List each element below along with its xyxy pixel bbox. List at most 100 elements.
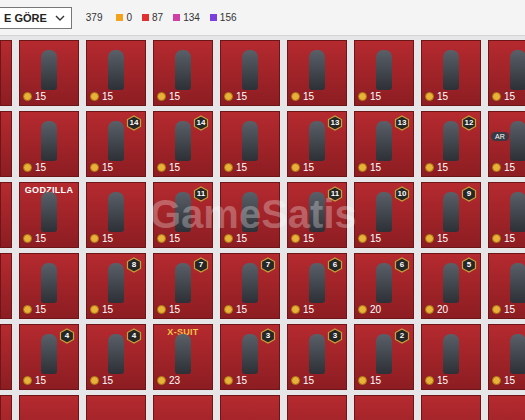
outfit-picture xyxy=(175,263,191,303)
level-badge: 11 xyxy=(327,186,343,202)
item-card[interactable]: 1510 xyxy=(354,182,414,248)
coin-icon xyxy=(90,163,99,172)
item-card[interactable]: 15 xyxy=(86,40,146,106)
coin-icon xyxy=(492,163,501,172)
item-card[interactable]: 157 xyxy=(153,253,213,319)
item-card[interactable]: 15 xyxy=(19,40,79,106)
rarity-count-value: 156 xyxy=(220,12,237,23)
item-card[interactable]: 15 xyxy=(421,40,481,106)
item-card[interactable]: 15 xyxy=(86,182,146,248)
item-card-edge[interactable] xyxy=(354,395,414,420)
item-card-edge[interactable] xyxy=(153,395,213,420)
item-card[interactable]: 158 xyxy=(86,253,146,319)
item-card[interactable]: 1511 xyxy=(287,182,347,248)
card-price: 15 xyxy=(489,90,525,105)
price-value: 20 xyxy=(370,304,381,315)
item-card[interactable]: 1514 xyxy=(153,111,213,177)
price-value: 15 xyxy=(437,162,448,173)
level-badge: 11 xyxy=(193,186,209,202)
outfit-figure xyxy=(489,54,525,90)
item-card[interactable]: 15 xyxy=(287,40,347,106)
rarity-square-icon xyxy=(142,14,149,21)
item-card[interactable]: 15 xyxy=(488,324,525,390)
item-card-edge[interactable] xyxy=(19,395,79,420)
card-price: 15 xyxy=(87,232,145,247)
sort-dropdown[interactable]: E GÖRE xyxy=(0,7,72,29)
item-card-edge[interactable] xyxy=(0,111,12,177)
price-value: 23 xyxy=(169,375,180,386)
coin-icon xyxy=(157,376,166,385)
coin-icon xyxy=(157,92,166,101)
coin-icon xyxy=(90,305,99,314)
item-card-edge[interactable] xyxy=(0,395,12,420)
badge-number: 6 xyxy=(327,257,343,273)
item-card-edge[interactable] xyxy=(287,395,347,420)
item-card[interactable]: 15 xyxy=(421,324,481,390)
item-card[interactable]: 205 xyxy=(421,253,481,319)
item-card-edge[interactable] xyxy=(0,182,12,248)
price-value: 15 xyxy=(504,375,515,386)
item-card[interactable]: 1513 xyxy=(354,111,414,177)
outfit-figure xyxy=(20,54,78,90)
outfit-picture xyxy=(309,50,325,90)
item-card[interactable]: 157 xyxy=(220,253,280,319)
item-card[interactable]: 15 xyxy=(220,111,280,177)
item-card-edge[interactable] xyxy=(0,324,12,390)
price-value: 15 xyxy=(35,375,46,386)
badge-number: 7 xyxy=(193,257,209,273)
badge-number: 11 xyxy=(193,186,209,202)
item-card[interactable]: 1511 xyxy=(153,182,213,248)
grid-row: 154154X-SUIT231531531521515 xyxy=(0,324,525,390)
item-card-edge[interactable] xyxy=(0,40,12,106)
badge-number: 4 xyxy=(126,328,142,344)
item-card[interactable]: 15 xyxy=(488,182,525,248)
item-card[interactable]: 159 xyxy=(421,182,481,248)
item-card[interactable]: 206 xyxy=(354,253,414,319)
outfit-figure xyxy=(489,125,525,161)
item-card[interactable]: 154 xyxy=(19,324,79,390)
item-card[interactable]: 152 xyxy=(354,324,414,390)
coin-icon xyxy=(157,234,166,243)
rarity-square-icon xyxy=(173,14,180,21)
item-card[interactable]: 15 xyxy=(19,253,79,319)
outfit-figure xyxy=(422,267,480,303)
item-card[interactable]: 15AR xyxy=(488,111,525,177)
item-card-edge[interactable] xyxy=(0,253,12,319)
item-card[interactable]: 1513 xyxy=(287,111,347,177)
item-card-edge[interactable] xyxy=(488,395,525,420)
outfit-picture xyxy=(510,192,525,232)
coin-icon xyxy=(425,376,434,385)
item-card[interactable]: 15 xyxy=(354,40,414,106)
outfit-picture xyxy=(242,263,258,303)
outfit-figure xyxy=(422,54,480,90)
item-card[interactable]: 153 xyxy=(220,324,280,390)
price-value: 15 xyxy=(303,375,314,386)
item-card-edge[interactable] xyxy=(421,395,481,420)
item-card[interactable]: GODZILLA15 xyxy=(19,182,79,248)
item-card[interactable]: 15 xyxy=(220,40,280,106)
badge-number: 12 xyxy=(461,115,477,131)
level-badge: 3 xyxy=(327,328,343,344)
item-card[interactable]: 15 3 xyxy=(287,324,347,390)
item-card[interactable]: 15 xyxy=(153,40,213,106)
watermark: GameSatis xyxy=(150,192,357,237)
item-card[interactable]: 156 xyxy=(287,253,347,319)
item-card[interactable]: 1512 xyxy=(421,111,481,177)
item-card[interactable]: 15 xyxy=(220,182,280,248)
outfit-figure xyxy=(422,125,480,161)
item-card[interactable]: 15 xyxy=(488,253,525,319)
item-card[interactable]: 15 xyxy=(19,111,79,177)
item-card-edge[interactable] xyxy=(220,395,280,420)
item-card[interactable]: 154 xyxy=(86,324,146,390)
badge-number: 5 xyxy=(461,257,477,273)
item-card-edge[interactable] xyxy=(86,395,146,420)
outfit-figure xyxy=(355,196,413,232)
coin-icon xyxy=(358,305,367,314)
item-card[interactable]: X-SUIT23 xyxy=(153,324,213,390)
item-card[interactable]: 1514 xyxy=(86,111,146,177)
outfit-picture xyxy=(242,121,258,161)
outfit-figure xyxy=(221,125,279,161)
level-badge: 6 xyxy=(327,257,343,273)
item-card[interactable]: 15 xyxy=(488,40,525,106)
outfit-picture xyxy=(376,121,392,161)
